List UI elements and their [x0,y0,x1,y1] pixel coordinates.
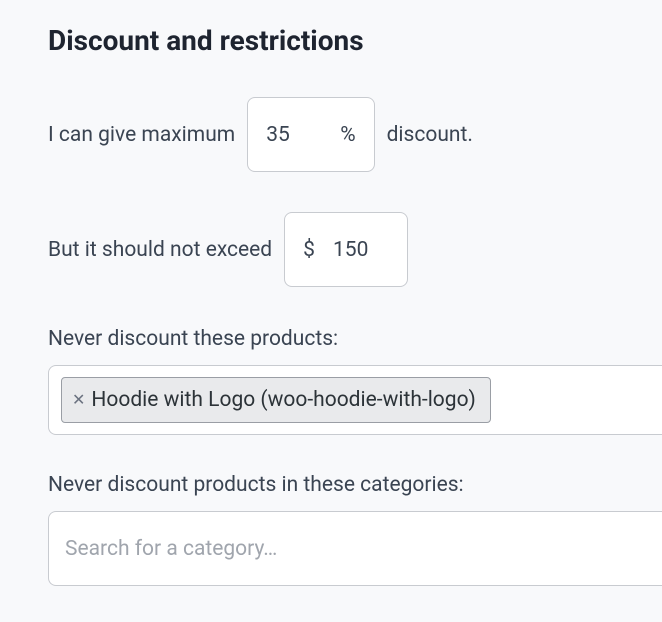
max-discount-input[interactable] [266,123,322,147]
max-discount-prefix: I can give maximum [48,123,235,147]
max-amount-input[interactable] [333,238,389,262]
max-discount-suffix: discount. [387,123,473,147]
currency-unit: $ [303,238,315,262]
max-discount-input-group: % [247,97,374,172]
exclude-categories-select[interactable] [48,511,662,586]
max-amount-input-group: $ [284,212,408,287]
max-discount-row: I can give maximum % discount. [48,97,662,172]
exclude-products-label: Never discount these products: [48,327,662,351]
max-amount-row: But it should not exceed $ [48,212,662,287]
max-amount-prefix: But it should not exceed [48,238,272,262]
section-heading: Discount and restrictions [48,24,662,57]
exclude-categories-label: Never discount products in these categor… [48,473,662,497]
product-tag: ✕ Hoodie with Logo (woo-hoodie-with-logo… [61,377,491,423]
remove-tag-icon[interactable]: ✕ [72,392,85,408]
percent-unit: % [340,123,355,147]
category-search-input[interactable] [65,537,646,561]
exclude-products-select[interactable]: ✕ Hoodie with Logo (woo-hoodie-with-logo… [48,365,662,435]
product-tag-label: Hoodie with Logo (woo-hoodie-with-logo) [91,388,475,412]
